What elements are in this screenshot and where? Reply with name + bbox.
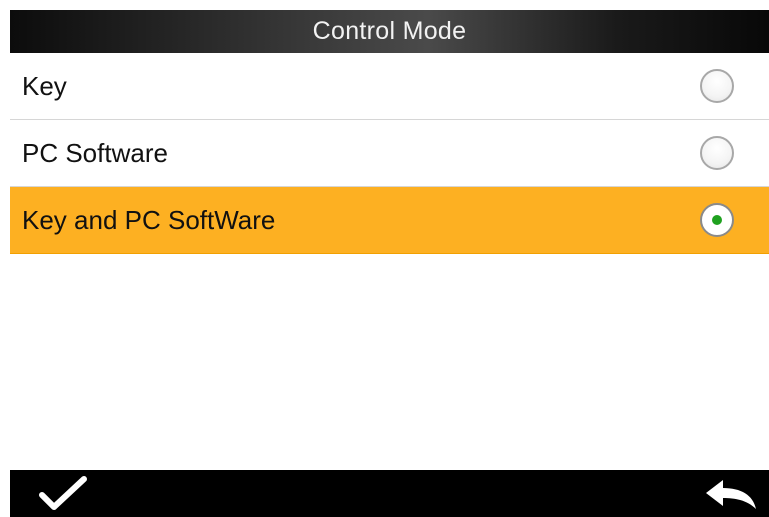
control-mode-screen: Control Mode Key PC Software Key and PC … [10, 10, 769, 517]
radio-dot [712, 215, 722, 225]
option-key-and-pc-software[interactable]: Key and PC SoftWare [10, 187, 769, 254]
page-title: Control Mode [312, 17, 467, 45]
back-arrow-icon [706, 480, 756, 509]
option-pc-software[interactable]: PC Software [10, 120, 769, 187]
option-label: PC Software [22, 137, 168, 168]
confirm-button[interactable] [38, 476, 88, 512]
option-label: Key and PC SoftWare [22, 204, 276, 235]
radio-unselected-icon[interactable] [700, 69, 734, 103]
bottom-toolbar [10, 470, 769, 517]
checkmark-icon [39, 476, 87, 510]
radio-unselected-icon[interactable] [700, 136, 734, 170]
option-key[interactable]: Key [10, 53, 769, 120]
option-label: Key [22, 70, 67, 101]
option-list: Key PC Software Key and PC SoftWare [10, 53, 769, 254]
title-bar: Control Mode [10, 10, 769, 53]
radio-selected-icon[interactable] [700, 203, 734, 237]
back-button[interactable] [703, 477, 759, 511]
